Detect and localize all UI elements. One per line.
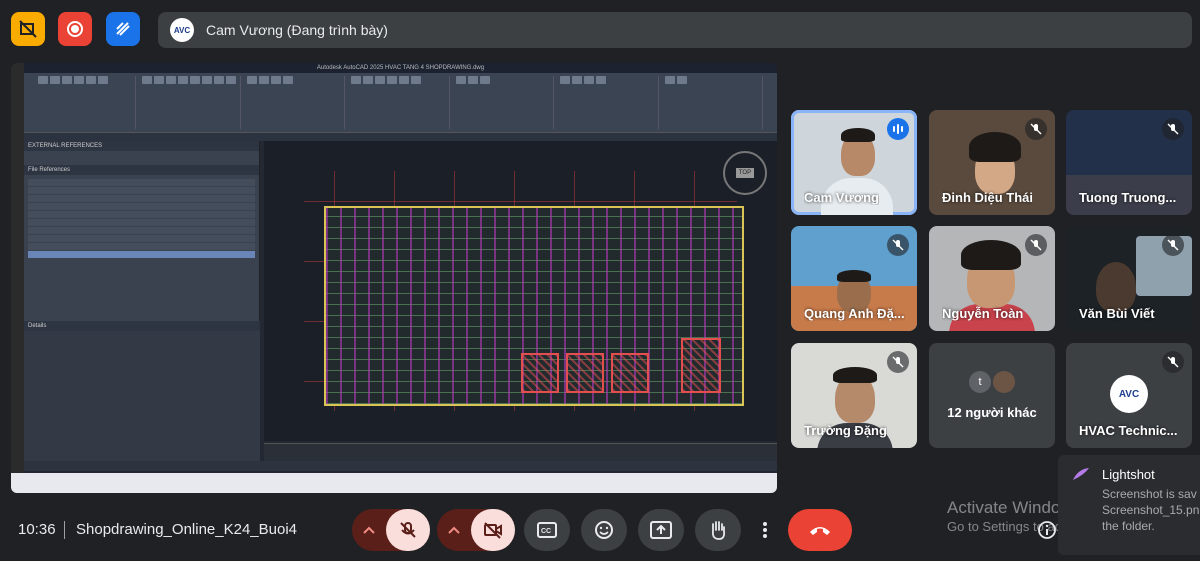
others-tile[interactable]: t 12 người khác xyxy=(929,343,1055,448)
others-count-label: 12 người khác xyxy=(947,405,1037,420)
mic-off-icon xyxy=(1162,351,1184,373)
chevron-up-icon[interactable] xyxy=(352,509,386,551)
captions-button[interactable]: CC xyxy=(524,509,570,551)
xref-list xyxy=(24,175,259,263)
participant-name: Quang Anh Đặ... xyxy=(804,306,905,321)
mic-off-icon xyxy=(1162,118,1184,140)
other-avatar: t xyxy=(969,371,991,393)
chevron-up-icon[interactable] xyxy=(437,509,471,551)
reactions-button[interactable] xyxy=(581,509,627,551)
drawing-canvas: TOP xyxy=(264,141,777,441)
participant-name: Nguyễn Toàn xyxy=(942,306,1024,321)
mic-off-button[interactable] xyxy=(386,509,430,551)
autocad-ribbon xyxy=(24,73,777,133)
raise-hand-button[interactable] xyxy=(695,509,741,551)
shared-screen[interactable]: Autodesk AutoCAD 2025 HVAC TANG 4 SHOPDR… xyxy=(11,63,777,493)
participant-name: HVAC Technic... xyxy=(1079,423,1178,438)
autocad-status-bar xyxy=(24,461,777,471)
participant-name: Trường Đặng xyxy=(804,423,887,438)
participant-name: Đinh Diệu Thái xyxy=(942,190,1033,205)
hvac-logo: AVC xyxy=(1110,375,1148,413)
participant-tile[interactable]: Quang Anh Đặ... xyxy=(791,226,917,331)
presenter-bar: AVC Cam Vương (Đang trình bày) xyxy=(158,12,1192,48)
mic-off-icon xyxy=(887,234,909,256)
other-avatar-photo xyxy=(993,371,1015,393)
file-references-header: File References xyxy=(24,165,259,175)
participant-tile[interactable]: Đinh Diệu Thái xyxy=(929,110,1055,215)
toast-line-2: Screenshot_15.pn xyxy=(1102,503,1200,517)
participant-tile[interactable]: Nguyễn Toàn xyxy=(929,226,1055,331)
mic-off-icon xyxy=(887,351,909,373)
participant-tile[interactable]: Tuong Truong... xyxy=(1066,110,1192,215)
meeting-time: 10:36 xyxy=(18,521,56,538)
viewcube: TOP xyxy=(723,151,767,195)
command-line xyxy=(264,443,777,461)
file-tabs xyxy=(24,133,777,141)
meeting-name: Shopdrawing_Online_K24_Buoi4 xyxy=(76,521,298,538)
camera-off-button[interactable] xyxy=(471,509,515,551)
leave-call-button[interactable] xyxy=(788,509,852,551)
footer-separator xyxy=(64,521,65,539)
info-icon[interactable] xyxy=(1034,517,1060,543)
autocad-window: Autodesk AutoCAD 2025 HVAC TANG 4 SHOPDR… xyxy=(11,63,777,493)
toast-body: Screenshot is sav Screenshot_15.pn the f… xyxy=(1102,486,1200,534)
speaking-indicator-icon xyxy=(887,118,909,140)
toast-line-1: Screenshot is sav xyxy=(1102,487,1197,501)
lightshot-notification[interactable]: Lightshot Screenshot is sav Screenshot_1… xyxy=(1058,455,1200,555)
presenter-avatar: AVC xyxy=(170,18,194,42)
participant-name: Tuong Truong... xyxy=(1079,190,1177,205)
toast-line-3: the folder. xyxy=(1102,519,1155,533)
autocad-title: Autodesk AutoCAD 2025 HVAC TANG 4 SHOPDR… xyxy=(24,63,777,73)
details-header: Details xyxy=(24,321,260,331)
recording-icon[interactable] xyxy=(58,12,92,46)
more-options-icon[interactable] xyxy=(752,509,778,551)
mic-off-icon xyxy=(1162,234,1184,256)
xref-details: Details xyxy=(24,321,260,461)
toast-title: Lightshot xyxy=(1102,467,1155,482)
others-avatars: t xyxy=(969,371,1015,393)
participant-name: Văn Bùi Viết xyxy=(1079,306,1155,321)
camera-control xyxy=(437,509,515,551)
desktop-icons-strip xyxy=(11,63,24,493)
xref-panel-title: EXTERNAL REFERENCES xyxy=(24,141,259,151)
mic-off-icon xyxy=(1025,234,1047,256)
participant-tile[interactable]: AVC HVAC Technic... xyxy=(1066,343,1192,448)
windows-taskbar xyxy=(11,473,777,493)
present-button[interactable] xyxy=(638,509,684,551)
microphone-control xyxy=(352,509,430,551)
participant-tile[interactable]: Cam Vương xyxy=(791,110,917,215)
external-references-panel: EXTERNAL REFERENCES File References Deta… xyxy=(24,141,260,461)
floor-plan-drawing xyxy=(324,206,744,406)
mic-off-icon xyxy=(1025,118,1047,140)
participant-name: Cam Vương xyxy=(804,190,879,205)
feather-icon xyxy=(1073,468,1089,480)
whiteboard-icon[interactable] xyxy=(106,12,140,46)
presenter-label: Cam Vương (Đang trình bày) xyxy=(206,22,388,38)
participant-tile[interactable]: Văn Bùi Viết xyxy=(1066,226,1192,331)
no-recording-icon[interactable] xyxy=(11,12,45,46)
svg-text:CC: CC xyxy=(541,528,551,535)
participant-tile[interactable]: Trường Đặng xyxy=(791,343,917,448)
